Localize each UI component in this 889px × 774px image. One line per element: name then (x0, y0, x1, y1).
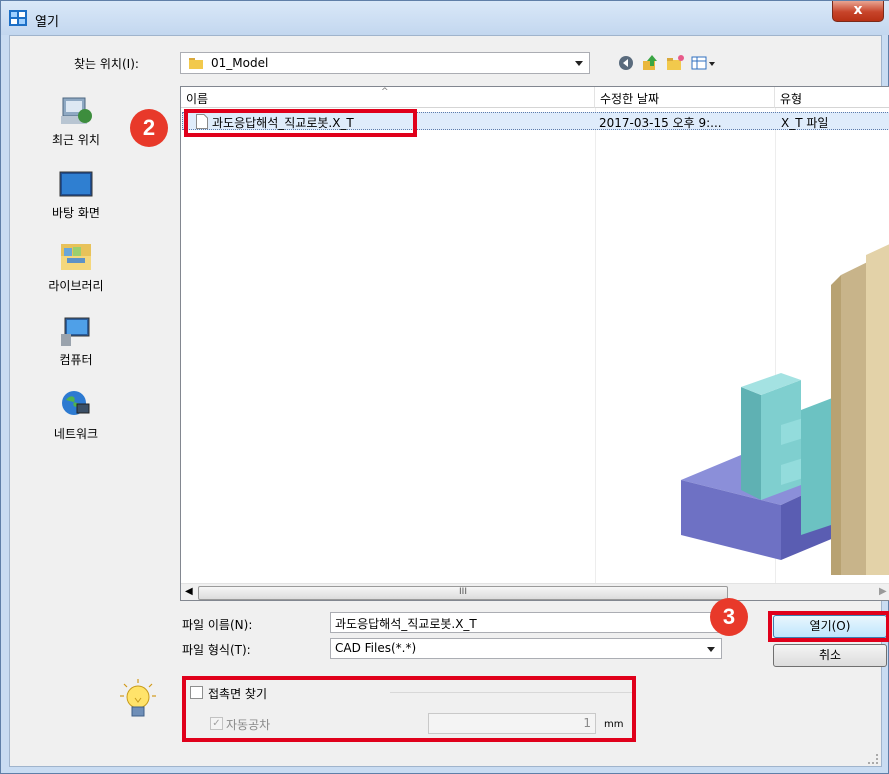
filename-label: 파일 이름(N): (182, 618, 253, 632)
up-folder-icon[interactable] (640, 53, 660, 73)
scroll-grip-icon: III (459, 587, 467, 597)
network-icon (62, 391, 90, 415)
file-modified-cell: 2017-03-15 오후 9:... (599, 116, 722, 130)
scroll-right-icon[interactable]: ▶ (879, 586, 887, 597)
filetype-select[interactable]: CAD Files(*.*) (330, 638, 722, 659)
back-icon[interactable] (616, 53, 636, 73)
place-libraries[interactable]: 라이브러리 (11, 240, 141, 294)
place-label: 컴퓨터 (59, 353, 93, 367)
scroll-thumb[interactable]: III (198, 586, 728, 600)
close-button[interactable]: x (832, 1, 884, 22)
look-in-combo[interactable]: 01_Model (180, 52, 590, 74)
chevron-down-icon[interactable] (575, 61, 583, 66)
place-label: 라이브러리 (48, 279, 104, 293)
step-badge-2: 2 (130, 109, 168, 147)
window-title: 열기 (35, 15, 59, 30)
dialog-body: 찾는 위치(I): 01_Model 최근 위치 바탕 화면 라이브러리 컴퓨터… (9, 35, 889, 767)
place-label: 최근 위치 (52, 133, 100, 147)
place-label: 네트워크 (53, 427, 99, 441)
resize-grip-icon[interactable] (868, 754, 878, 764)
new-folder-icon[interactable] (665, 53, 685, 73)
look-in-label: 찾는 위치(I): (74, 57, 139, 71)
horizontal-scrollbar[interactable]: ◀ III ▶ (181, 583, 889, 600)
column-header-type[interactable]: 유형 (775, 87, 889, 108)
lightbulb-icon (120, 679, 156, 717)
filename-value: 과도응답해석_직교로봇.X_T (335, 617, 477, 631)
cancel-button[interactable]: 취소 (773, 644, 887, 667)
column-divider (595, 108, 596, 583)
recent-places-icon (61, 97, 92, 124)
sort-up-icon: ^ (381, 87, 389, 97)
chevron-down-icon[interactable] (707, 647, 715, 652)
folder-icon (189, 58, 203, 69)
filetype-value: CAD Files(*.*) (335, 641, 417, 655)
place-recent[interactable]: 최근 위치 (11, 94, 141, 148)
title-bar[interactable]: 열기 x (1, 1, 889, 35)
step-badge-3: 3 (710, 598, 748, 636)
highlight-box-file (184, 109, 417, 137)
close-icon: x (853, 2, 863, 18)
libraries-icon (61, 244, 91, 270)
place-label: 바탕 화면 (52, 206, 100, 220)
desktop-icon (59, 171, 93, 197)
file-list[interactable]: 이름 ^ 수정한 날짜 유형 과도응답해석_직교로봇.X_T 2017-03-1… (180, 86, 889, 601)
place-network[interactable]: 네트워크 (11, 388, 141, 442)
filename-input[interactable]: 과도응답해석_직교로봇.X_T (330, 612, 722, 633)
model-preview (681, 244, 889, 575)
highlight-box-options (182, 676, 636, 742)
place-desktop[interactable]: 바탕 화면 (11, 169, 141, 221)
place-computer[interactable]: 컴퓨터 (11, 316, 141, 368)
look-in-value: 01_Model (211, 56, 269, 70)
column-header-name[interactable]: 이름 ^ (181, 87, 595, 108)
places-bar: 최근 위치 바탕 화면 라이브러리 컴퓨터 네트워크 (11, 82, 171, 602)
filetype-label: 파일 형식(T): (182, 643, 251, 657)
app-icon (9, 10, 27, 26)
highlight-box-open (768, 611, 889, 642)
view-menu-icon[interactable] (690, 53, 716, 73)
open-dialog: 열기 x 찾는 위치(I): 01_Model 최근 위치 바탕 화면 라이브러… (0, 0, 889, 774)
computer-icon (61, 317, 90, 346)
file-type-cell: X_T 파일 (781, 116, 829, 130)
scroll-left-icon[interactable]: ◀ (185, 586, 193, 597)
column-header-modified[interactable]: 수정한 날짜 (595, 87, 775, 108)
